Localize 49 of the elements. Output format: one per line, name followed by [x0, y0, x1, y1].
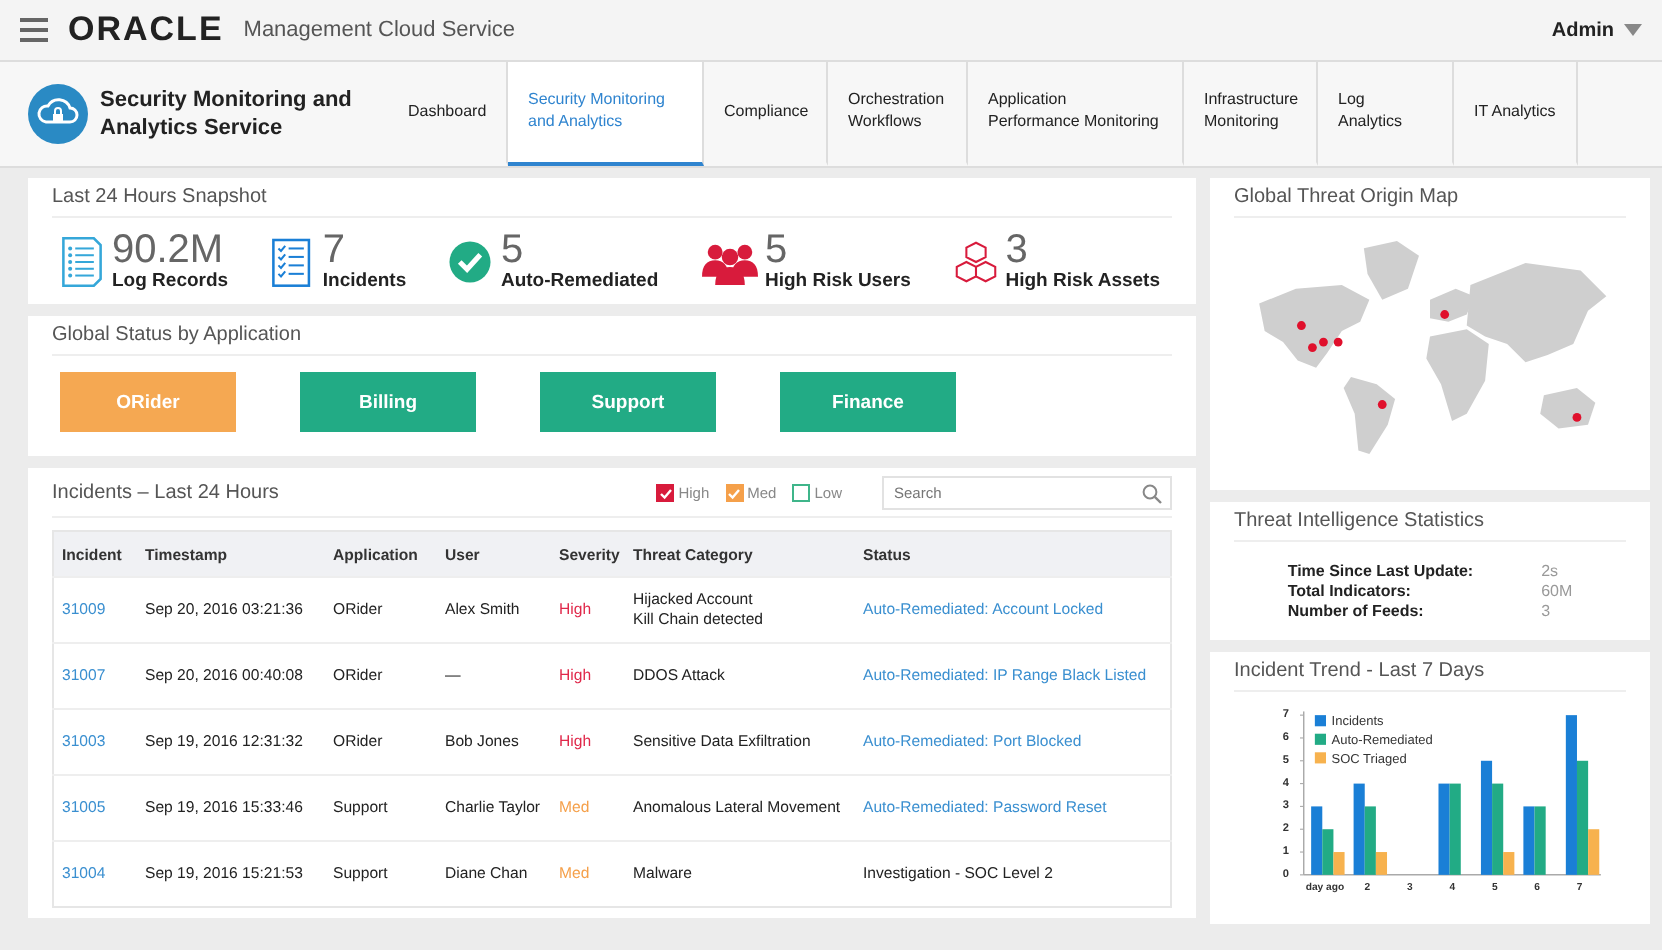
nav-tab[interactable]: Security Monitoring and Analytics	[508, 62, 704, 166]
nav-tab[interactable]: Application Performance Monitoring	[968, 62, 1184, 166]
app-status-button[interactable]: Billing	[300, 372, 476, 432]
stat-value: 2s	[1541, 562, 1561, 582]
legend-swatch	[1314, 733, 1326, 745]
card-title: Global Status by Application	[52, 324, 1172, 356]
nav-tab[interactable]: IT Analytics	[1454, 62, 1578, 166]
nav-tab[interactable]: Log Analytics	[1318, 62, 1454, 166]
stat-value: 3	[1005, 230, 1030, 270]
stat-value: 60M	[1541, 582, 1573, 602]
stat-value: 5	[500, 230, 526, 270]
filter-checkbox[interactable]	[725, 484, 744, 502]
stat-label: Incidents	[322, 270, 407, 292]
card-title: Incident Trend - Last 7 Days	[1234, 660, 1626, 692]
stat-value: 90.2M	[112, 230, 226, 270]
logo: ORACLE	[68, 10, 224, 50]
app-status-button[interactable]: Finance	[780, 372, 956, 432]
stat-value: 5	[765, 230, 790, 270]
stat-label: High Risk Assets	[1005, 270, 1160, 292]
menu-icon[interactable]	[20, 18, 48, 42]
filter-checkbox[interactable]	[792, 484, 811, 502]
stat-label: Auto-Remediated	[500, 270, 659, 292]
stat-label: Time Since Last Update:	[1287, 562, 1474, 582]
checklist-icon	[270, 235, 315, 287]
document-icon	[60, 235, 104, 287]
nav-tab[interactable]: Compliance	[704, 62, 828, 166]
service-title: Security Monitoring and Analytics Service	[100, 85, 354, 143]
app-status-button[interactable]: ORider	[60, 372, 236, 432]
card-title: Last 24 Hours Snapshot	[52, 186, 1172, 218]
stat-value: 3	[1541, 602, 1553, 622]
nav-tab[interactable]: Orchestration Workflows	[828, 62, 968, 166]
card-title: Threat Intelligence Statistics	[1234, 510, 1626, 542]
legend-swatch	[1314, 715, 1326, 727]
card-title: Incidents – Last 24 Hours	[52, 482, 281, 504]
stat-label: Number of Feeds:	[1287, 602, 1426, 622]
nav-tab[interactable]: Infrastructure Monitoring	[1184, 62, 1318, 166]
stat-value: 7	[322, 230, 348, 270]
legend-swatch	[1314, 752, 1326, 764]
stat-label: Log Records	[112, 270, 229, 292]
app-status-button[interactable]: Support	[540, 372, 716, 432]
user-menu[interactable]: Admin	[1551, 19, 1614, 41]
stat-label: High Risk Users	[765, 270, 911, 292]
card-title: Global Threat Origin Map	[1234, 186, 1626, 218]
product-name: Management Cloud Service	[243, 18, 516, 42]
search-icon[interactable]	[1142, 483, 1162, 503]
cloud-lock-icon	[28, 84, 88, 144]
caret-icon[interactable]	[1624, 24, 1642, 36]
stat-label: Total Indicators:	[1287, 582, 1413, 602]
filter-checkbox[interactable]	[656, 484, 675, 502]
